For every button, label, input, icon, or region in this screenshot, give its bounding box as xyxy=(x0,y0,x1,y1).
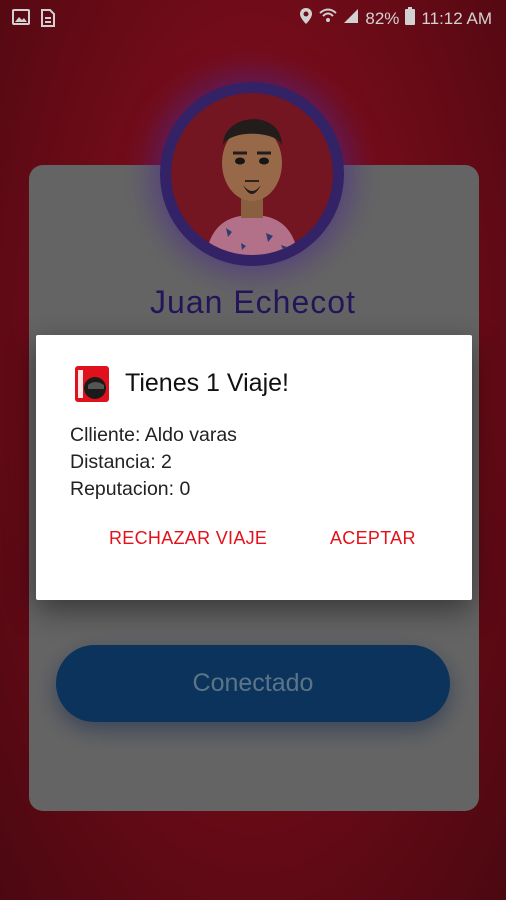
helmet-app-icon xyxy=(74,365,110,403)
client-line: Clliente: Aldo varas xyxy=(70,424,237,446)
accept-trip-button[interactable]: ACEPTAR xyxy=(330,528,416,549)
dialog-title: Tienes 1 Viaje! xyxy=(125,369,289,397)
reputation-line: Reputacion: 0 xyxy=(70,478,191,500)
dialog-actions: RECHAZAR VIAJE ACEPTAR xyxy=(36,528,472,558)
trip-request-dialog: Tienes 1 Viaje! Clliente: Aldo varas Dis… xyxy=(36,335,472,600)
dialog-message: Clliente: Aldo varas Distancia: 2 Reputa… xyxy=(70,422,237,503)
reject-trip-button[interactable]: RECHAZAR VIAJE xyxy=(109,528,267,549)
distance-line: Distancia: 2 xyxy=(70,451,172,473)
